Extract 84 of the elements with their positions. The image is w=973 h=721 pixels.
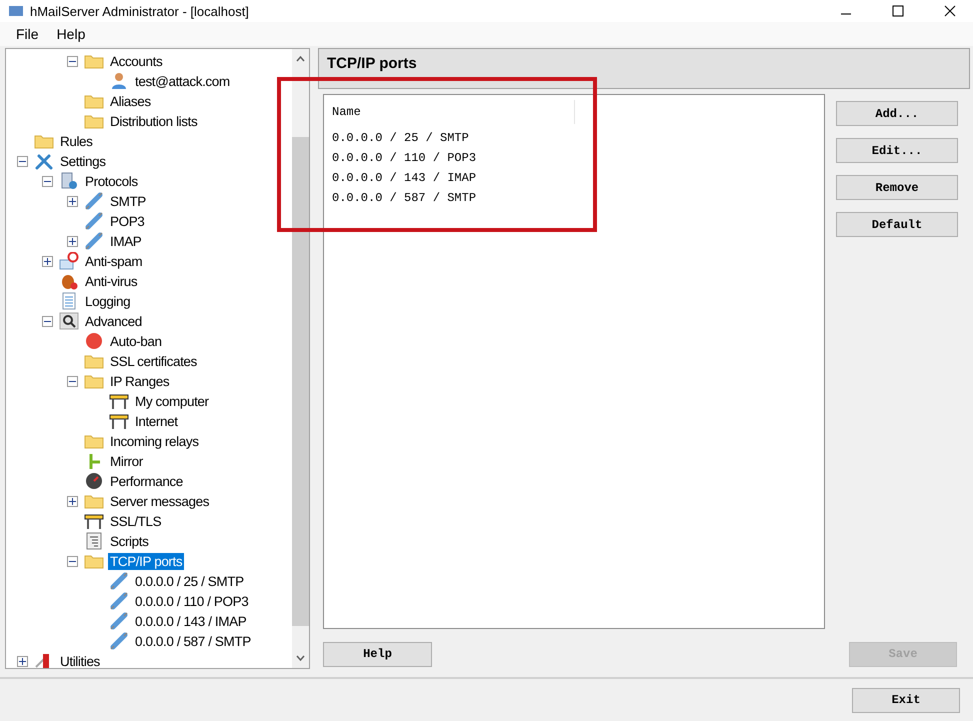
action-button[interactable]: Edit...: [836, 138, 958, 163]
tree-item[interactable]: Anti-spam: [83, 252, 144, 270]
tree-item[interactable]: 0.0.0.0 / 587 / SMTP: [133, 632, 253, 650]
menu-item[interactable]: File: [8, 24, 47, 44]
app-icon: [8, 4, 24, 18]
help-button[interactable]: Help: [323, 642, 432, 666]
plus-icon: [69, 198, 76, 204]
plug-icon: [84, 212, 104, 230]
tree-item[interactable]: 0.0.0.0 / 25 / SMTP: [133, 572, 246, 590]
stop-icon: [84, 332, 104, 350]
tree-item[interactable]: SSL certificates: [108, 352, 199, 370]
collapse-toggle[interactable]: [67, 376, 78, 386]
collapse-toggle[interactable]: [42, 316, 53, 326]
tree-item[interactable]: Auto-ban: [108, 332, 164, 350]
scrollbar[interactable]: [292, 49, 309, 668]
user-icon: [109, 72, 129, 90]
tree-item[interactable]: TCP/IP ports: [108, 552, 184, 570]
column-header[interactable]: Name: [332, 105, 361, 119]
tree-item[interactable]: IMAP: [108, 232, 144, 250]
action-button[interactable]: Remove: [836, 175, 958, 200]
tree-item[interactable]: IP Ranges: [108, 372, 172, 390]
tree-item[interactable]: Mirror: [108, 452, 145, 470]
collapse-toggle[interactable]: [67, 56, 78, 66]
plug-icon: [84, 232, 104, 250]
server-icon: [59, 172, 79, 190]
window-title: hMailServer Administrator - [localhost]: [30, 4, 250, 18]
exit-button[interactable]: Exit: [852, 688, 960, 712]
tree-item[interactable]: Performance: [108, 472, 185, 490]
tree-item[interactable]: SSL/TLS: [108, 512, 164, 530]
tree-item[interactable]: Server messages: [108, 492, 212, 510]
magnifier-icon: [59, 312, 79, 330]
tree-item[interactable]: Settings: [58, 152, 108, 170]
list-item[interactable]: 0.0.0.0 / 587 / SMTP: [332, 191, 476, 205]
tree-item[interactable]: Incoming relays: [108, 432, 201, 450]
tree-item[interactable]: Accounts: [108, 52, 164, 70]
tree-item[interactable]: SMTP: [108, 192, 148, 210]
tree-item[interactable]: Logging: [83, 292, 132, 310]
tree-item[interactable]: 0.0.0.0 / 143 / IMAP: [133, 612, 248, 630]
panel-title: TCP/IP ports: [327, 55, 417, 72]
action-button[interactable]: Default: [836, 212, 958, 237]
scrollbar-thumb[interactable]: [292, 137, 309, 626]
plug-icon: [109, 612, 129, 630]
plus-icon: [19, 658, 26, 664]
gauge-icon: [84, 472, 104, 490]
plus-icon: [69, 498, 76, 504]
mail-block-icon: [59, 252, 79, 270]
tree-item[interactable]: Internet: [133, 412, 180, 430]
bug-icon: [59, 272, 79, 290]
collapse-toggle[interactable]: [42, 176, 53, 186]
plus-icon: [69, 238, 76, 244]
tree-item[interactable]: Advanced: [83, 312, 144, 330]
expand-toggle[interactable]: [42, 256, 53, 266]
tree-item[interactable]: 0.0.0.0 / 110 / POP3: [133, 592, 250, 610]
collapse-toggle[interactable]: [67, 556, 78, 566]
plug-icon: [84, 192, 104, 210]
menu-item[interactable]: Help: [48, 24, 94, 44]
tree-item[interactable]: test@attack.com: [133, 72, 232, 90]
plug-icon: [109, 592, 129, 610]
tools-icon: [34, 152, 54, 170]
expand-toggle[interactable]: [67, 236, 78, 246]
tree-item[interactable]: Protocols: [83, 172, 140, 190]
expand-toggle[interactable]: [67, 496, 78, 506]
tree-item[interactable]: Utilities: [58, 652, 102, 668]
tree-item[interactable]: Anti-virus: [83, 272, 140, 290]
list-icon: [84, 532, 104, 550]
tree-item[interactable]: Aliases: [108, 92, 153, 110]
collapse-toggle[interactable]: [17, 156, 28, 166]
tree-item[interactable]: Rules: [58, 132, 95, 150]
tree-item[interactable]: POP3: [108, 212, 146, 230]
list-item[interactable]: 0.0.0.0 / 143 / IMAP: [332, 171, 476, 185]
tree-item[interactable]: Distribution lists: [108, 112, 200, 130]
tree-item[interactable]: Scripts: [108, 532, 150, 550]
list-item[interactable]: 0.0.0.0 / 25 / SMTP: [332, 131, 469, 145]
plug-icon: [109, 632, 129, 650]
barrier-icon: [109, 412, 129, 430]
barrier-icon: [84, 512, 104, 530]
action-button[interactable]: Add...: [836, 101, 958, 126]
tree-item[interactable]: My computer: [133, 392, 211, 410]
plug-icon: [109, 572, 129, 590]
expand-toggle[interactable]: [67, 196, 78, 206]
expand-toggle[interactable]: [17, 656, 28, 666]
plus-icon: [44, 258, 51, 264]
barrier-icon: [109, 392, 129, 410]
list-item[interactable]: 0.0.0.0 / 110 / POP3: [332, 151, 476, 165]
